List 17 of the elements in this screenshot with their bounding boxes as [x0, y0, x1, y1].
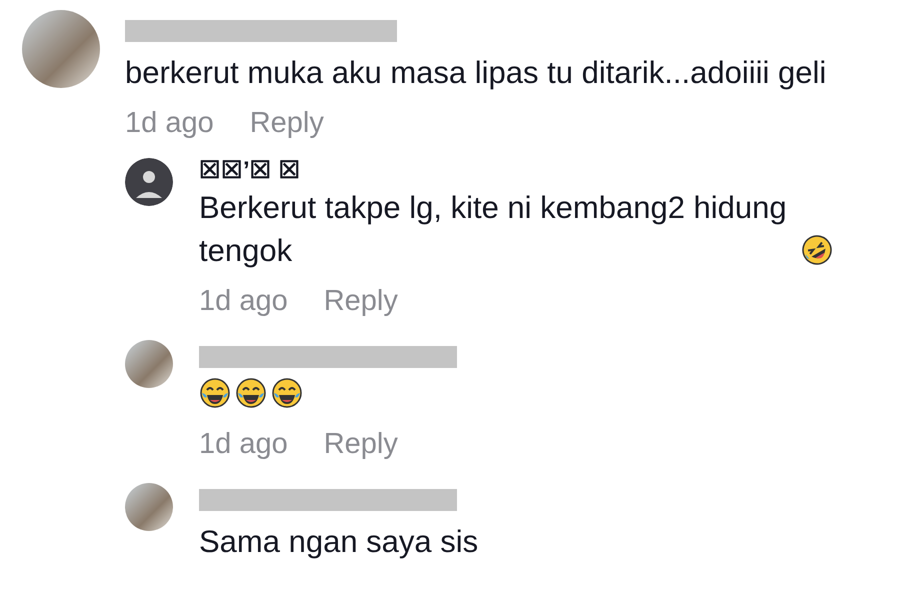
- tears-of-joy-emoji-icon: [199, 377, 231, 409]
- tears-of-joy-emoji-icon: [271, 377, 303, 409]
- comment-text: Sama ngan saya sis: [199, 523, 478, 561]
- comment-text: Berkerut takpe lg, kite ni kembang2 hidung tengok: [199, 189, 788, 270]
- avatar-photo-placeholder[interactable]: [125, 340, 173, 388]
- timestamp: 1d ago: [125, 106, 214, 140]
- reply-link[interactable]: Reply: [324, 284, 398, 318]
- tears-of-joy-emoji-icon: [235, 377, 267, 409]
- comment-text: berkerut muka aku masa lipas tu ditarik...adoiiii geli: [125, 55, 826, 90]
- reply-link[interactable]: Reply: [250, 106, 324, 140]
- timestamp: 1d ago: [199, 427, 288, 461]
- default-avatar-icon[interactable]: [125, 158, 173, 206]
- username[interactable]: ☒☒’☒ ☒: [199, 156, 837, 186]
- timestamp: 1d ago: [199, 284, 288, 318]
- avatar-photo-placeholder[interactable]: [125, 483, 173, 531]
- rolling-laughing-emoji-icon: [801, 234, 833, 266]
- reply-link[interactable]: Reply: [324, 427, 398, 461]
